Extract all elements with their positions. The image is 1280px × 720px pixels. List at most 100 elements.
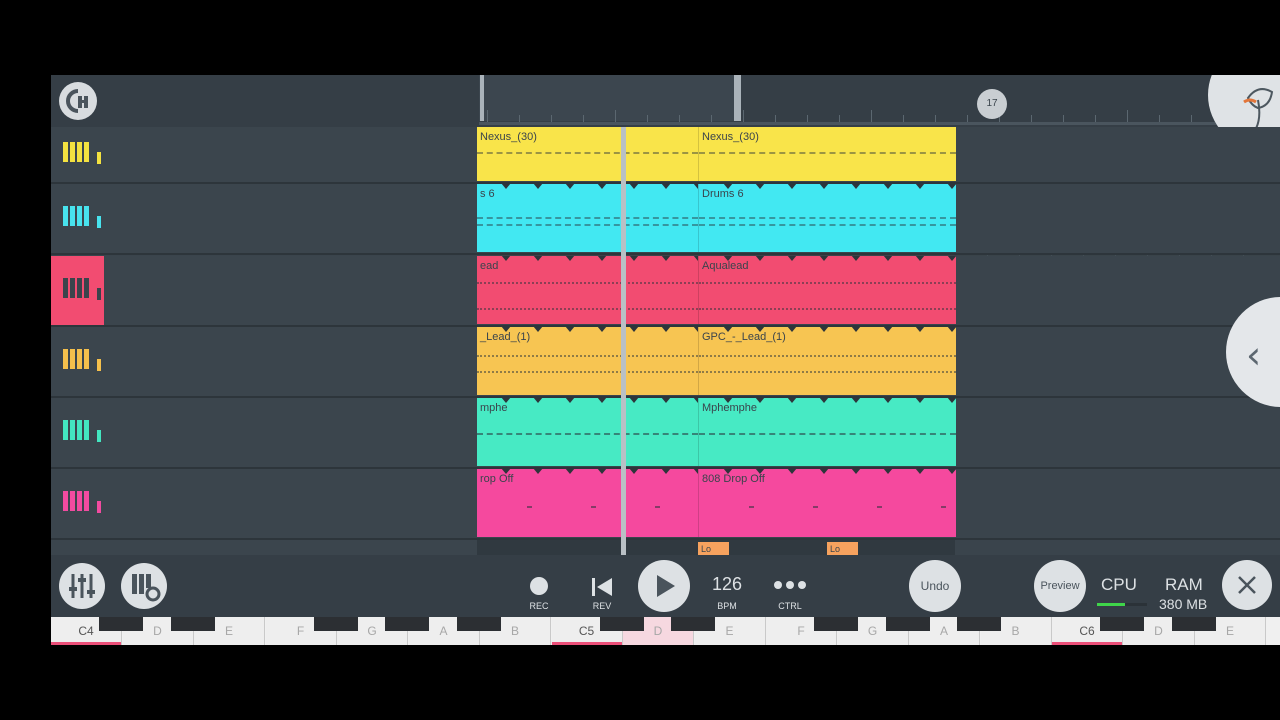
note-indicator [477, 224, 698, 226]
track-header[interactable] [51, 184, 477, 255]
pattern-clip[interactable]: ead [477, 256, 698, 324]
note-indicator [477, 308, 698, 310]
ruler-tick [679, 115, 680, 122]
piano-roll-icon [63, 278, 101, 300]
piano-black-key[interactable] [1100, 617, 1144, 631]
pattern-notch [661, 469, 671, 474]
pattern-notch [819, 256, 829, 261]
undo-button[interactable]: Undo [909, 560, 961, 612]
pattern-notch [501, 256, 511, 261]
playhead[interactable] [621, 127, 626, 555]
pattern-clip[interactable]: Drums 6 [698, 184, 956, 252]
pattern-notch [597, 184, 607, 189]
track-header[interactable] [51, 469, 477, 540]
ruler-tick [519, 115, 520, 122]
channel-settings-button[interactable] [121, 563, 167, 609]
track-divider [51, 253, 1280, 255]
channel-icon-button[interactable] [51, 469, 104, 540]
octave-marker [1052, 642, 1122, 645]
pattern-notch [533, 327, 543, 332]
octave-marker [51, 642, 121, 645]
pattern-notch [947, 256, 956, 261]
channel-icon-button[interactable] [51, 398, 104, 469]
piano-black-key[interactable] [957, 617, 1001, 631]
pattern-notch [723, 327, 733, 332]
piano-black-key[interactable] [385, 617, 429, 631]
pattern-clip[interactable]: Aqualead [698, 256, 956, 324]
play-button[interactable] [638, 560, 690, 612]
track-row[interactable]: rop Off 808 Drop Off [51, 469, 1280, 540]
piano-black-key[interactable] [1171, 617, 1216, 631]
piano-black-key[interactable] [456, 617, 501, 631]
pattern-notch [787, 327, 797, 332]
note-indicator [813, 506, 818, 508]
close-button[interactable] [1222, 560, 1272, 610]
ctrl-label: CTRL [778, 601, 802, 611]
piano-roll-icon [63, 142, 101, 164]
track-header[interactable] [51, 398, 477, 469]
track-row[interactable]: mphe Mphemphe [51, 398, 1280, 469]
note-indicator [477, 371, 698, 373]
pattern-clip[interactable]: Mphemphe [698, 398, 956, 466]
playlist-window: 17 Nexus_(30) Nexus_(30) s 6 Drums 6 ead Aqua… [51, 75, 1280, 645]
tempo-value[interactable]: 126 [702, 574, 752, 595]
pattern-clip[interactable]: 808 Drop Off [698, 469, 956, 537]
track-row[interactable]: Nexus_(30) Nexus_(30) [51, 127, 1280, 184]
loop-end-handle[interactable] [734, 75, 741, 121]
pattern-clip[interactable]: mphe [477, 398, 698, 466]
piano-black-key[interactable] [170, 617, 215, 631]
track-header[interactable] [51, 127, 477, 184]
pattern-notch [915, 398, 925, 403]
loop-start-handle[interactable] [480, 75, 484, 121]
ruler-tick [775, 115, 776, 122]
piano-keyboard[interactable]: C4 D E F G A B C5 D E F G A B C6 D E [51, 617, 1280, 645]
pattern-clip[interactable]: Lo [698, 542, 729, 555]
pattern-notch [851, 327, 861, 332]
transport-bar: REC REV 126 BPM CTRL Undo Preview CPU RA… [51, 555, 1280, 617]
record-button[interactable] [530, 577, 548, 595]
note-indicator [699, 308, 956, 310]
rev-label: REV [592, 601, 612, 611]
mixer-button[interactable] [59, 563, 105, 609]
rewind-button[interactable] [591, 577, 613, 597]
pattern-clip[interactable]: rop Off [477, 469, 698, 537]
pattern-notch [787, 184, 797, 189]
track-row[interactable]: Lo Lo [51, 540, 1280, 555]
cpu-label: CPU [1101, 575, 1137, 594]
pattern-clip[interactable]: s 6 [477, 184, 698, 252]
ruler-tick [1159, 115, 1160, 122]
ruler-tick [615, 110, 616, 122]
piano-black-key[interactable] [599, 617, 644, 631]
piano-gear-icon [132, 574, 161, 602]
ruler-tick [487, 110, 488, 122]
track-row[interactable]: s 6 Drums 6 [51, 184, 1280, 255]
bar-marker[interactable]: 17 [977, 89, 1007, 119]
piano-black-key[interactable] [99, 617, 143, 631]
note-indicator [699, 224, 956, 226]
track-header[interactable] [51, 256, 477, 327]
piano-black-key[interactable] [814, 617, 858, 631]
track-header[interactable] [51, 327, 477, 398]
preview-button[interactable]: Preview [1034, 560, 1086, 612]
piano-black-key[interactable] [671, 617, 715, 631]
channel-icon-button[interactable] [51, 327, 104, 398]
track-row[interactable]: ead Aqualead [51, 256, 1280, 327]
timeline-ruler[interactable] [479, 75, 1280, 127]
piano-black-key[interactable] [313, 617, 358, 631]
ruler-tick [551, 115, 552, 122]
pattern-clip[interactable]: Nexus_(30) [477, 127, 698, 181]
pattern-clip[interactable]: _Lead_(1) [477, 327, 698, 395]
pattern-clip[interactable]: GPC_-_Lead_(1) [698, 327, 956, 395]
channel-icon-button[interactable] [51, 184, 104, 255]
menu-button[interactable] [59, 82, 97, 120]
ruler-tick [935, 115, 936, 122]
channel-icon-button[interactable] [51, 256, 104, 327]
ctrl-button[interactable] [773, 575, 807, 595]
pattern-clip[interactable]: Lo [827, 542, 858, 555]
track-row[interactable]: _Lead_(1) GPC_-_Lead_(1) [51, 327, 1280, 398]
track-header[interactable] [51, 540, 477, 555]
pattern-clip[interactable]: Nexus_(30) [698, 127, 956, 181]
loop-region[interactable] [479, 75, 737, 121]
channel-icon-button[interactable] [51, 127, 104, 184]
piano-black-key[interactable] [885, 617, 930, 631]
